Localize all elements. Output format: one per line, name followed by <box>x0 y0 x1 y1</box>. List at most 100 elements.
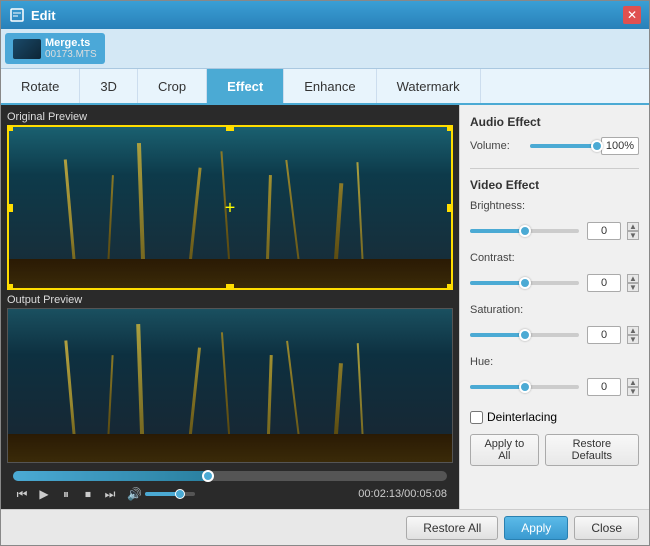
volume-track-fill <box>530 144 597 148</box>
tab-rotate[interactable]: Rotate <box>1 69 80 103</box>
file-tab-subname: 00173.MTS <box>45 49 97 60</box>
main-content: Original Preview <box>1 105 649 509</box>
bottom-bar: Restore All Apply Close <box>1 509 649 545</box>
contrast-up[interactable]: ▲ <box>627 274 639 283</box>
progress-bar[interactable] <box>13 471 447 481</box>
tab-effect[interactable]: Effect <box>207 69 284 103</box>
hue-track <box>470 385 579 389</box>
contrast-slider[interactable] <box>470 275 579 291</box>
tab-enhance[interactable]: Enhance <box>284 69 376 103</box>
tab-3d[interactable]: 3D <box>80 69 138 103</box>
close-bottom-button[interactable]: Close <box>574 516 639 540</box>
apply-button[interactable]: Apply <box>504 516 568 540</box>
contrast-spin: ▲ ▼ <box>627 274 639 292</box>
volume-slider-container[interactable] <box>530 138 597 154</box>
saturation-control: ▲ ▼ <box>470 326 639 344</box>
resize-handle-mr[interactable] <box>447 204 453 212</box>
stop-button[interactable]: ⏹ <box>79 485 97 503</box>
play-button[interactable]: ▶ <box>35 485 53 503</box>
hue-control: ▲ ▼ <box>470 378 639 396</box>
divider <box>470 168 639 169</box>
hue-thumb[interactable] <box>519 381 531 393</box>
volume-icon: 🔊 <box>127 487 142 501</box>
titlebar: Edit ✕ <box>1 1 649 29</box>
crosshair: + <box>225 197 236 218</box>
contrast-label: Contrast: <box>470 252 530 264</box>
volume-slider[interactable] <box>145 492 195 496</box>
saturation-fill <box>470 333 525 337</box>
resize-handle-ml[interactable] <box>7 204 13 212</box>
contrast-control: ▲ ▼ <box>470 274 639 292</box>
brightness-up[interactable]: ▲ <box>627 222 639 231</box>
skip-end-button[interactable]: ⏭ <box>101 485 119 503</box>
resize-handle-bl[interactable] <box>7 284 13 290</box>
restore-all-button[interactable]: Restore All <box>406 516 498 540</box>
hue-row: Hue: <box>470 356 639 368</box>
deinterlacing-row: Deinterlacing <box>470 410 639 424</box>
hue-input[interactable] <box>587 378 621 396</box>
resize-handle-br[interactable] <box>447 284 453 290</box>
audio-effect-title: Audio Effect <box>470 115 639 129</box>
pause-button[interactable]: ⏸ <box>57 485 75 503</box>
tab-crop[interactable]: Crop <box>138 69 207 103</box>
file-thumbnail <box>13 39 41 59</box>
brightness-label: Brightness: <box>470 200 530 212</box>
saturation-down[interactable]: ▼ <box>627 335 639 344</box>
hue-label: Hue: <box>470 356 530 368</box>
volume-thumb[interactable] <box>175 489 185 499</box>
playback-area: ⏮ ▶ ⏸ ⏹ ⏭ 🔊 00:02:13/00:05:08 <box>7 467 453 507</box>
saturation-up[interactable]: ▲ <box>627 326 639 335</box>
saturation-spin: ▲ ▼ <box>627 326 639 344</box>
saturation-track <box>470 333 579 337</box>
video-scene: + <box>9 127 451 288</box>
contrast-thumb[interactable] <box>519 277 531 289</box>
tab-watermark[interactable]: Watermark <box>377 69 481 103</box>
saturation-thumb[interactable] <box>519 329 531 341</box>
hue-fill <box>470 385 525 389</box>
saturation-slider[interactable] <box>470 327 579 343</box>
brightness-fill <box>470 229 525 233</box>
deinterlacing-checkbox[interactable] <box>470 411 483 424</box>
edit-window: Edit ✕ Merge.ts 00173.MTS Rotate 3D Crop… <box>0 0 650 546</box>
progress-fill <box>13 471 208 481</box>
file-tab[interactable]: Merge.ts 00173.MTS <box>5 33 105 64</box>
file-tab-name: Merge.ts <box>45 37 97 49</box>
resize-handle-tr[interactable] <box>447 125 453 131</box>
skip-start-button[interactable]: ⏮ <box>13 485 31 503</box>
saturation-input[interactable] <box>587 326 621 344</box>
contrast-fill <box>470 281 525 285</box>
contrast-input[interactable] <box>587 274 621 292</box>
contrast-row: Contrast: <box>470 252 639 264</box>
window-title: Edit <box>31 8 623 23</box>
controls-row: ⏮ ▶ ⏸ ⏹ ⏭ 🔊 00:02:13/00:05:08 <box>13 485 447 503</box>
resize-handle-tl[interactable] <box>7 125 13 131</box>
video-effect-title: Video Effect <box>470 178 639 192</box>
brightness-control: ▲ ▼ <box>470 222 639 240</box>
close-button[interactable]: ✕ <box>623 6 641 24</box>
volume-area: 🔊 <box>127 487 195 501</box>
volume-value-input[interactable] <box>601 137 639 155</box>
resize-handle-tc[interactable] <box>226 125 234 131</box>
nav-tabs: Rotate 3D Crop Effect Enhance Watermark <box>1 69 649 105</box>
timecode: 00:02:13/00:05:08 <box>358 488 447 500</box>
volume-track <box>530 144 597 148</box>
progress-thumb[interactable] <box>202 470 214 482</box>
output-video-scene <box>8 309 452 462</box>
restore-defaults-button[interactable]: Restore Defaults <box>545 434 639 466</box>
resize-handle-bc[interactable] <box>226 284 234 290</box>
contrast-track <box>470 281 579 285</box>
brightness-track <box>470 229 579 233</box>
right-panel: Audio Effect Volume: Video Effect Bright… <box>459 105 649 509</box>
hue-up[interactable]: ▲ <box>627 378 639 387</box>
brightness-thumb[interactable] <box>519 225 531 237</box>
brightness-down[interactable]: ▼ <box>627 231 639 240</box>
brightness-input[interactable] <box>587 222 621 240</box>
hue-slider[interactable] <box>470 379 579 395</box>
hue-spin: ▲ ▼ <box>627 378 639 396</box>
volume-track-thumb[interactable] <box>591 140 603 152</box>
volume-row: Volume: <box>470 137 639 155</box>
contrast-down[interactable]: ▼ <box>627 283 639 292</box>
brightness-slider[interactable] <box>470 223 579 239</box>
hue-down[interactable]: ▼ <box>627 387 639 396</box>
apply-to-all-button[interactable]: Apply to All <box>470 434 539 466</box>
